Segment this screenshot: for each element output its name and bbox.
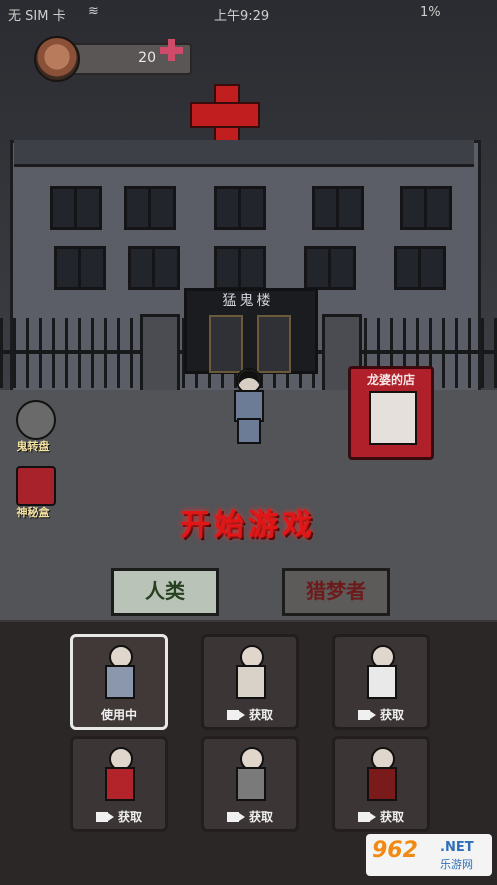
- get-character-button[interactable]: 获取: [73, 808, 165, 825]
- ghost-wheel-label: 鬼转盘: [16, 440, 50, 453]
- character-portrait: [234, 645, 266, 699]
- window: [304, 246, 356, 290]
- get-character-button[interactable]: 获取: [204, 808, 296, 825]
- character-portrait: [103, 747, 135, 801]
- window: [214, 186, 266, 230]
- video-icon: [95, 812, 114, 822]
- get-character-button[interactable]: 获取: [204, 706, 296, 723]
- character-portrait: [365, 747, 397, 801]
- character-status: 使用中: [100, 708, 137, 722]
- site-watermark: 962 .NET 乐游网: [366, 834, 492, 876]
- character-portrait: [103, 645, 135, 699]
- game-scene: 无 SIM 卡 ≋ 上午9:29 1% 20 猛鬼楼 龙婆的店 鬼转盘 神秘盒 …: [0, 0, 497, 620]
- currency-amount: 20: [138, 50, 156, 66]
- add-currency-button[interactable]: [158, 36, 184, 64]
- get-character-button[interactable]: 获取: [335, 808, 427, 825]
- shop-title: 龙婆的店: [366, 373, 415, 387]
- start-game-button[interactable]: 开始游戏: [140, 500, 356, 544]
- character-card[interactable]: 获取: [332, 736, 430, 832]
- coin-icon: [34, 36, 80, 82]
- video-icon: [226, 710, 245, 720]
- mystery-box-label: 神秘盒: [16, 506, 50, 519]
- status-bar: 无 SIM 卡 ≋ 上午9:29 1%: [0, 0, 497, 26]
- character-card[interactable]: 获取: [201, 634, 299, 730]
- wifi-icon: ≋: [88, 4, 99, 19]
- video-icon: [357, 812, 376, 822]
- watermark-subtitle: 乐游网: [440, 858, 473, 871]
- tab-dream-hunter[interactable]: 猎梦者: [282, 568, 390, 616]
- red-cross-icon: [190, 84, 260, 146]
- ghost-wheel-button[interactable]: 鬼转盘: [6, 400, 60, 462]
- shopkeeper-portrait: [369, 391, 417, 445]
- watermark-logo: 962: [372, 838, 418, 863]
- window: [400, 186, 452, 230]
- building-sign: 猛鬼楼: [222, 293, 274, 309]
- clock: 上午9:29: [214, 9, 270, 24]
- character-card[interactable]: 获取: [201, 736, 299, 832]
- shop-button[interactable]: 龙婆的店: [348, 366, 434, 460]
- mystery-box-button[interactable]: 神秘盒: [6, 466, 60, 528]
- window: [312, 186, 364, 230]
- window: [50, 186, 102, 230]
- wheel-icon: [16, 400, 56, 440]
- character-portrait: [365, 645, 397, 699]
- player-character: [232, 368, 264, 444]
- carrier-label: 无 SIM 卡: [8, 9, 66, 24]
- character-card[interactable]: 获取: [332, 634, 430, 730]
- gate-pillar: [140, 314, 180, 398]
- window: [128, 246, 180, 290]
- door: [209, 315, 243, 373]
- window: [394, 246, 446, 290]
- building-roof: [14, 140, 474, 167]
- video-icon: [226, 812, 245, 822]
- watermark-net: .NET: [440, 840, 474, 855]
- window: [124, 186, 176, 230]
- currency-bar: 20: [34, 36, 192, 82]
- tab-human[interactable]: 人类: [111, 568, 219, 616]
- character-card[interactable]: 使用中: [70, 634, 168, 730]
- door: [257, 315, 291, 373]
- battery-label: 1%: [420, 5, 441, 20]
- character-portrait: [234, 747, 266, 801]
- mystery-box-icon: [16, 466, 56, 506]
- video-icon: [357, 710, 376, 720]
- window: [54, 246, 106, 290]
- window: [214, 246, 266, 290]
- character-card[interactable]: 获取: [70, 736, 168, 832]
- get-character-button[interactable]: 获取: [335, 706, 427, 723]
